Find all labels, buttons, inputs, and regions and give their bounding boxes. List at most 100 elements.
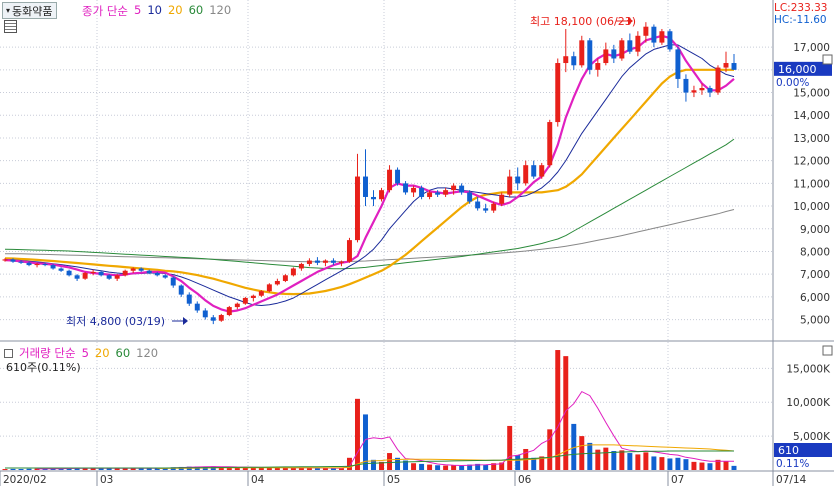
candle-body xyxy=(314,260,320,263)
candle-body xyxy=(18,261,24,263)
candle-body xyxy=(114,275,120,279)
candle-body xyxy=(130,268,136,271)
candle-body xyxy=(194,303,200,311)
volume-bar xyxy=(443,465,449,470)
price-tick-label: 13,000 xyxy=(793,133,830,145)
volume-bar xyxy=(547,429,553,470)
volume-info: 610주(0.11%) xyxy=(6,361,81,374)
stock-name-tab[interactable]: ▾ 동화약품 xyxy=(2,2,57,19)
candle-body xyxy=(42,263,48,266)
volume-legend-ma20: 20 xyxy=(94,346,110,360)
volume-bar xyxy=(659,457,665,470)
volume-bar xyxy=(483,464,489,470)
candle-body xyxy=(723,63,729,68)
price-legend-prefix: 종가 단순 xyxy=(82,4,128,18)
candle-body xyxy=(26,262,32,266)
chart-background xyxy=(0,0,834,486)
volume-bar xyxy=(555,350,561,470)
candle-body xyxy=(635,35,641,52)
candle-body xyxy=(667,31,673,50)
candle-body xyxy=(258,291,264,296)
candle-body xyxy=(234,303,240,308)
volume-bar xyxy=(427,464,433,470)
low-annotation: 최저 4,800 (03/19) xyxy=(66,315,165,328)
candle-body xyxy=(563,56,569,64)
volume-bar xyxy=(667,458,673,470)
candle-body xyxy=(330,260,336,263)
candle-body xyxy=(699,88,705,91)
candle-body xyxy=(395,169,401,184)
price-tick-label: 14,000 xyxy=(793,110,830,122)
price-tick-label: 7,000 xyxy=(800,269,830,281)
candle-body xyxy=(587,40,593,70)
candle-body xyxy=(611,49,617,59)
candle-body xyxy=(98,271,104,276)
price-legend-ma60: 60 xyxy=(188,3,204,17)
volume-legend-ma60: 60 xyxy=(115,346,131,360)
price-tick-label: 8,000 xyxy=(800,246,830,258)
volume-bar xyxy=(675,457,681,470)
price-tick-label: 15,000 xyxy=(793,88,830,100)
price-tick-label: 12,000 xyxy=(793,156,830,168)
candle-body xyxy=(34,263,40,266)
candle-body xyxy=(491,203,497,211)
candle-body xyxy=(555,63,561,123)
candle-body xyxy=(483,208,489,211)
volume-legend-ma120: 120 xyxy=(136,346,159,360)
candle-body xyxy=(178,285,184,295)
collapse-icon[interactable] xyxy=(4,348,13,358)
current-volume-text: 610 xyxy=(778,444,799,457)
candle-body xyxy=(250,295,256,298)
candle-body xyxy=(459,185,465,193)
x-tick-label: 2020/02 xyxy=(3,474,47,486)
volume-bar xyxy=(587,442,593,470)
candle-body xyxy=(539,165,545,177)
table-icon[interactable] xyxy=(4,20,17,33)
candle-body xyxy=(154,273,160,276)
candle-body xyxy=(10,259,16,262)
candle-body xyxy=(170,277,176,286)
x-tick-label: 07 xyxy=(671,474,684,486)
candle-body xyxy=(371,196,376,200)
candle-body xyxy=(226,307,232,316)
candle-body xyxy=(50,265,56,269)
candle-body xyxy=(531,165,537,177)
volume-bar xyxy=(707,463,713,470)
volume-bar xyxy=(2,469,8,471)
volume-bar xyxy=(435,465,441,470)
volume-bar xyxy=(515,455,521,470)
candle-body xyxy=(435,192,441,195)
price-legend-ma120: 120 xyxy=(209,3,232,17)
x-tick-label: 04 xyxy=(251,474,265,486)
candle-body xyxy=(547,122,553,166)
price-legend-ma20: 20 xyxy=(167,3,183,17)
candle-body xyxy=(451,185,457,191)
volume-bar xyxy=(314,468,320,470)
candle-body xyxy=(363,176,368,197)
candle-body xyxy=(82,273,88,279)
candle-body xyxy=(683,78,689,93)
candle-body xyxy=(306,260,312,264)
volume-bar xyxy=(387,453,393,470)
candle-body xyxy=(66,270,72,276)
candle-body xyxy=(58,268,64,271)
candle-body xyxy=(579,40,585,66)
price-panel-button xyxy=(822,54,833,65)
candle-body xyxy=(346,240,352,262)
price-tick-label: 9,000 xyxy=(800,224,830,236)
candle-body xyxy=(499,194,505,204)
candle-body xyxy=(715,67,721,93)
candle-body xyxy=(122,270,128,276)
candle-body xyxy=(443,190,449,195)
volume-bar xyxy=(603,447,609,470)
volume-bar xyxy=(731,465,737,470)
candle-body xyxy=(411,187,417,193)
candle-body xyxy=(202,310,208,318)
volume-bar xyxy=(451,465,457,470)
volume-bar xyxy=(635,454,641,470)
candle-body xyxy=(675,49,681,79)
volume-bar xyxy=(627,453,633,470)
candle-body xyxy=(138,268,144,271)
candle-body xyxy=(515,176,521,184)
current-volume-pct: 0.11% xyxy=(776,458,809,470)
